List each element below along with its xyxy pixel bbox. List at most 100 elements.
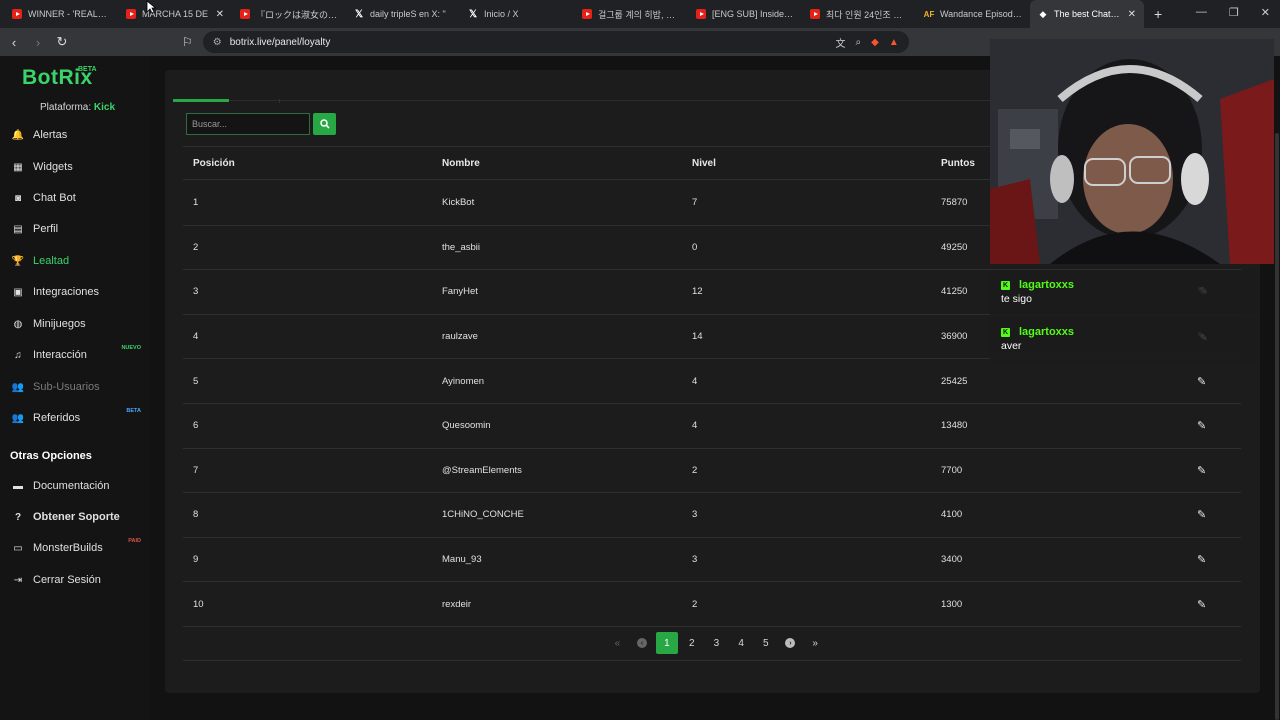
brave-shield-icon[interactable]: ◆ xyxy=(871,37,879,48)
search-input[interactable] xyxy=(186,113,310,135)
header-points[interactable]: Puntos xyxy=(941,147,975,179)
sidebar-item-widgets[interactable]: ▦ Widgets xyxy=(12,156,147,178)
sidebar-item-minijuegos[interactable]: ◍ Minijuegos xyxy=(12,313,147,335)
x-icon: 𝕏 xyxy=(354,8,364,20)
sidebar-item-cerrar-sesi-n[interactable]: ⇥ Cerrar Sesión xyxy=(12,569,147,591)
browser-tab[interactable]: 𝕏daily tripleS en X: " xyxy=(346,0,460,28)
first-page-button[interactable]: « xyxy=(605,632,630,654)
browser-tab[interactable]: MARCHA 15 DE ✕ xyxy=(118,0,232,28)
restore-icon[interactable]: ❐ xyxy=(1229,6,1239,19)
next-page-button[interactable]: › xyxy=(778,632,803,654)
logout-icon: ⇥ xyxy=(13,574,23,586)
reload-button[interactable]: ↻ xyxy=(52,34,72,50)
chat-username: Klagartoxxs xyxy=(1001,326,1247,338)
page-button[interactable]: 1 xyxy=(655,632,678,654)
cell-position: 4 xyxy=(193,331,199,343)
cell-position: 2 xyxy=(193,241,199,253)
chat-username-text: lagartoxxs xyxy=(1019,326,1075,338)
table-row: 9 Manu_93 3 3400 ✎ xyxy=(183,538,1241,583)
pencil-icon[interactable]: ✎ xyxy=(1197,553,1206,566)
youtube-icon xyxy=(12,9,22,19)
brave-rewards-icon[interactable]: ▲ xyxy=(889,37,899,48)
gamepad-icon: ◍ xyxy=(13,318,23,330)
cell-level: 12 xyxy=(692,286,703,298)
browser-tab[interactable]: 『ロックは淑女の嗜みでし xyxy=(232,0,346,28)
tab-close-icon[interactable]: ✕ xyxy=(1128,9,1136,20)
header-name[interactable]: Nombre xyxy=(442,147,480,179)
webcam-overlay xyxy=(990,39,1274,264)
sidebar-item-interacci-n[interactable]: ♫ Interacción NUEVO xyxy=(12,344,147,366)
sidebar-item-obtener-soporte[interactable]: ? Obtener Soporte xyxy=(12,506,147,528)
last-page-button[interactable]: » xyxy=(803,632,828,654)
page-button[interactable]: 4 xyxy=(729,632,754,654)
page-button[interactable]: 3 xyxy=(704,632,729,654)
grid-icon: ▦ xyxy=(13,161,23,173)
sidebar-item-label: MonsterBuilds xyxy=(33,542,103,554)
sidebar-item-alertas[interactable]: 🔔 Alertas xyxy=(12,124,147,146)
sidebar-item-badge: BETA xyxy=(126,408,141,414)
sidebar-item-documentaci-n[interactable]: ▬ Documentación xyxy=(12,475,147,497)
tab-title: Wandance Episodio 2 xyxy=(940,9,1022,19)
mouse-cursor-icon xyxy=(146,0,156,14)
browser-tab[interactable]: 걸그룹 계의 히밥, 쯔양 xyxy=(574,0,688,28)
active-tab-indicator[interactable] xyxy=(173,99,229,102)
other-options-heading: Otras Opciones xyxy=(10,450,92,462)
browser-tab[interactable]: [ENG SUB] Inside the N xyxy=(688,0,802,28)
bookmark-icon[interactable]: ⚐ xyxy=(182,35,193,49)
puzzle-icon: ▣ xyxy=(13,286,23,298)
cell-points: 3400 xyxy=(941,554,963,566)
sidebar-item-integraciones[interactable]: ▣ Integraciones xyxy=(12,281,147,303)
sidebar-item-chat-bot[interactable]: ◙ Chat Bot xyxy=(12,187,147,209)
chevron-left-icon: ‹ xyxy=(637,638,648,648)
sidebar-item-badge: NUEVO xyxy=(121,345,141,351)
header-position[interactable]: Posición xyxy=(193,147,235,179)
cell-points: 36900 xyxy=(941,331,968,343)
back-button[interactable]: ‹ xyxy=(4,35,24,50)
sidebar-item-monsterbuilds[interactable]: ▭ MonsterBuilds PAID xyxy=(12,537,147,559)
search-button[interactable] xyxy=(313,113,336,135)
pencil-icon[interactable]: ✎ xyxy=(1197,375,1206,388)
cell-position: 1 xyxy=(193,197,199,209)
new-tab-button[interactable]: + xyxy=(1154,6,1162,22)
trophy-icon: 🏆 xyxy=(11,255,25,267)
pencil-icon[interactable]: ✎ xyxy=(1197,508,1206,521)
zoom-icon[interactable]: ⌕ xyxy=(856,37,862,48)
pencil-icon[interactable]: ✎ xyxy=(1197,419,1206,432)
pencil-icon[interactable]: ✎ xyxy=(1197,598,1206,611)
page-button[interactable]: 2 xyxy=(679,632,704,654)
address-bar[interactable]: ⚙ botrix.live/panel/loyalty 文 ⌕ ◆ ▲ xyxy=(202,31,909,53)
table-row: 6 Quesoomin 4 13480 ✎ xyxy=(183,404,1241,449)
browser-tab[interactable]: 𝕏 Inicio / X xyxy=(460,0,574,28)
platform-indicator: Plataforma: Kick xyxy=(40,102,115,113)
sidebar-item-lealtad[interactable]: 🏆 Lealtad xyxy=(12,250,147,272)
tab-close-icon[interactable]: ✕ xyxy=(216,9,224,20)
sidebar-item-perfil[interactable]: ▤ Perfil xyxy=(12,218,147,240)
youtube-icon xyxy=(582,9,592,19)
forward-button[interactable]: › xyxy=(28,35,48,50)
prev-page-button[interactable]: ‹ xyxy=(630,632,655,654)
page-scrollbar[interactable] xyxy=(1275,133,1279,720)
browser-tab[interactable]: WINNER - 'REALLY REA xyxy=(4,0,118,28)
sidebar-item-sub-usuarios[interactable]: 👥 Sub-Usuarios xyxy=(12,376,147,398)
cell-name: 1CHiNO_CONCHE xyxy=(442,509,524,521)
browser-tab[interactable]: ◆ The best ChatBot ✕ xyxy=(1030,0,1144,28)
browser-tab[interactable]: 최다 인원 24인조 아이 xyxy=(802,0,916,28)
edit-cell: ✎ xyxy=(1197,449,1206,493)
cell-points: 41250 xyxy=(941,286,968,298)
cell-name: @StreamElements xyxy=(442,464,522,476)
close-window-icon[interactable]: ✕ xyxy=(1261,6,1270,19)
header-level[interactable]: Nivel xyxy=(692,147,716,179)
site-info-icon[interactable]: ⚙ xyxy=(213,37,222,48)
cell-name: KickBot xyxy=(442,197,475,209)
minimize-icon[interactable]: — xyxy=(1196,6,1207,19)
page-button[interactable]: 5 xyxy=(753,632,778,654)
platform-value: Kick xyxy=(93,102,116,113)
tab-title: The best ChatBot xyxy=(1054,9,1124,19)
cell-points: 25425 xyxy=(941,375,968,387)
users-icon: 👥 xyxy=(11,381,25,393)
pencil-icon[interactable]: ✎ xyxy=(1197,464,1206,477)
tab-separator xyxy=(279,99,280,103)
translate-icon[interactable]: 文 xyxy=(836,35,846,50)
browser-tab[interactable]: AF Wandance Episodio 2 xyxy=(916,0,1030,28)
sidebar-item-referidos[interactable]: 👥 Referidos BETA xyxy=(12,407,147,429)
